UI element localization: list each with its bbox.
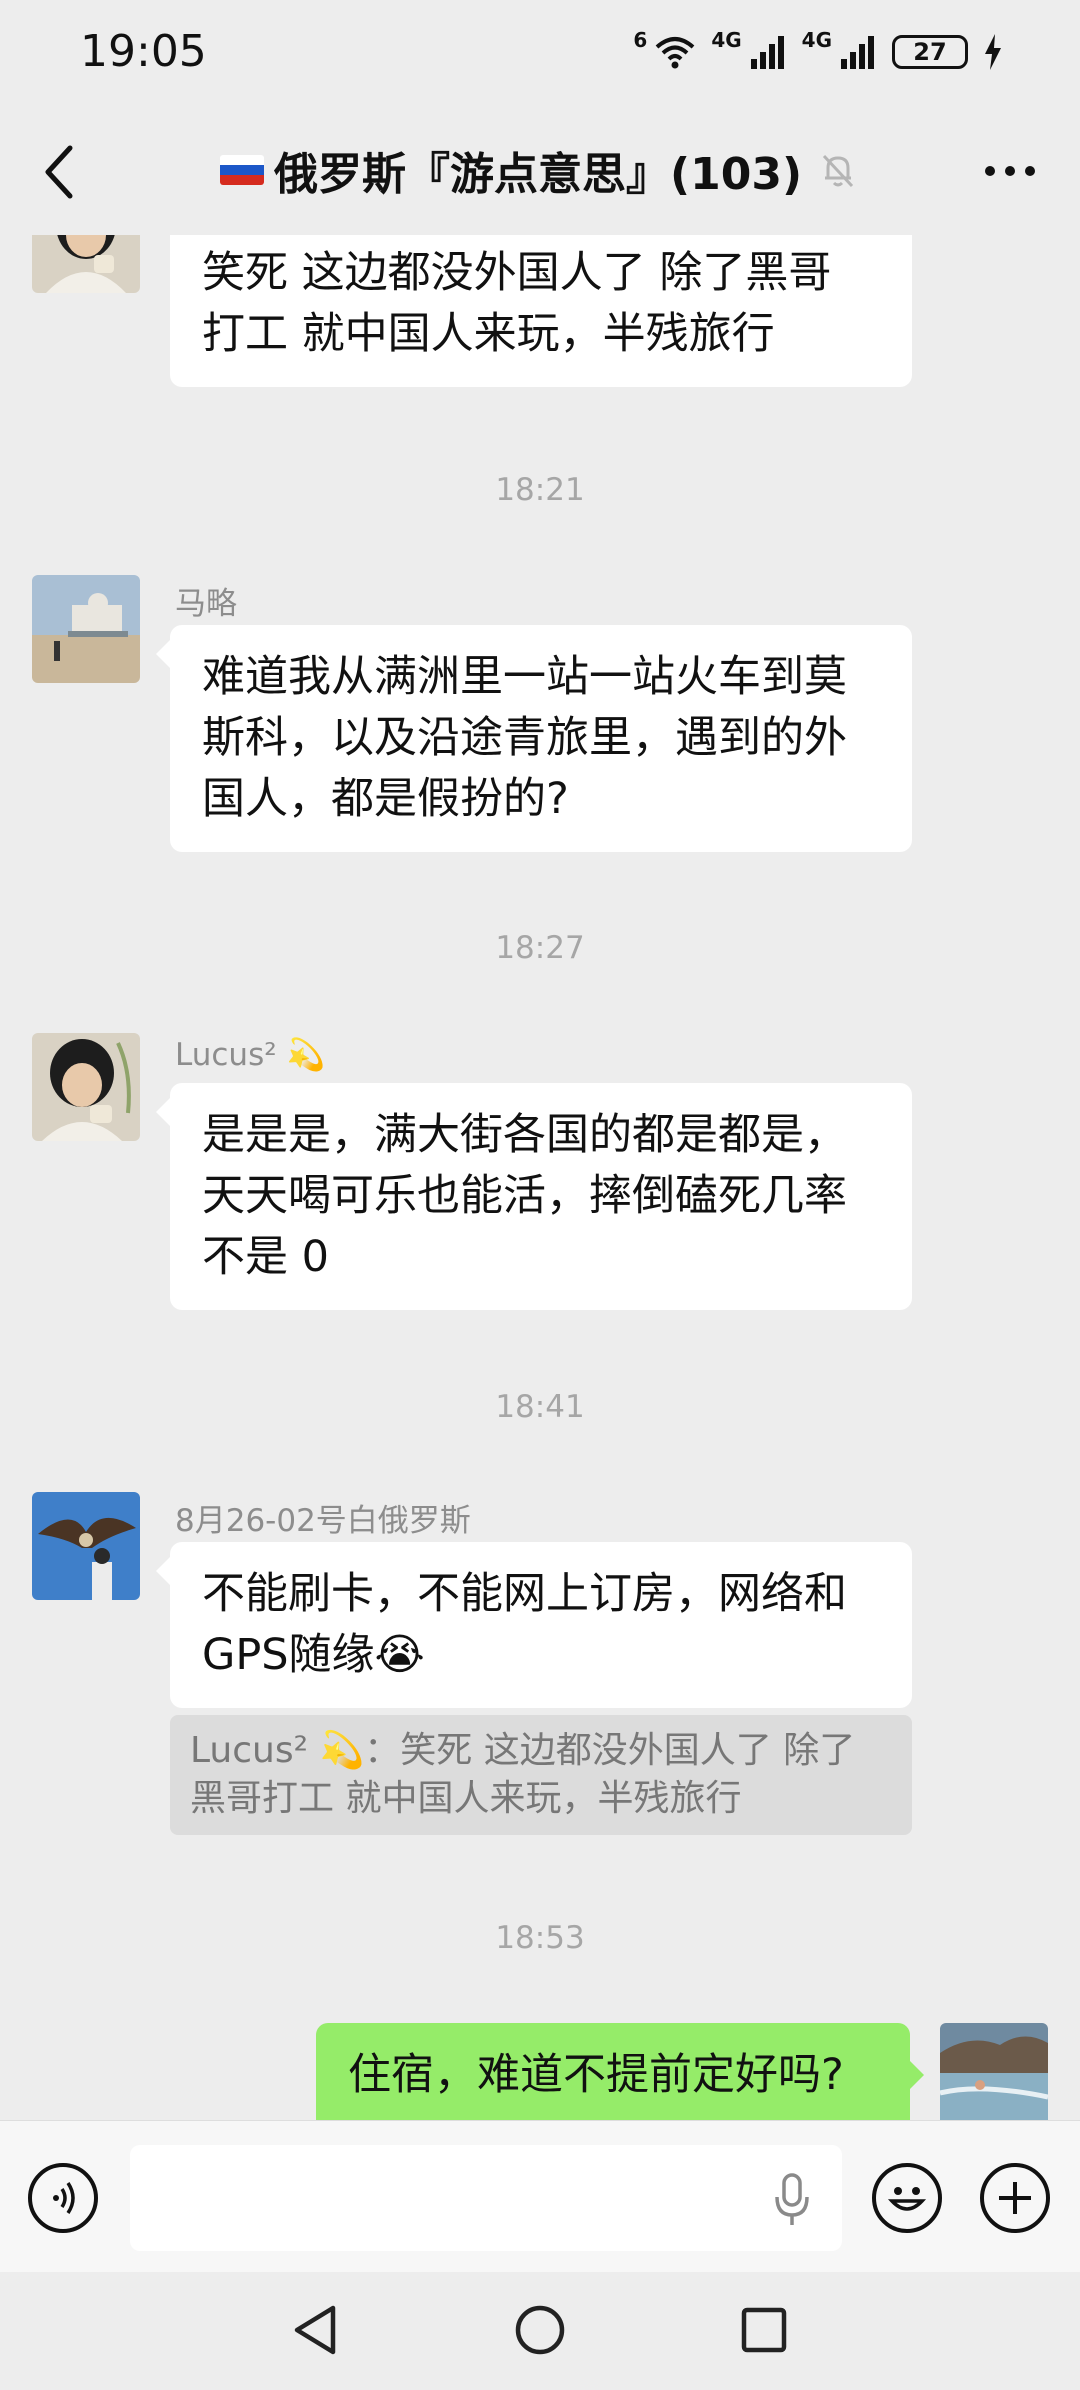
mic-icon[interactable]: [772, 2171, 812, 2227]
avatar[interactable]: [32, 1492, 140, 1600]
avatar[interactable]: [32, 1033, 140, 1141]
title-area[interactable]: 俄罗斯『游点意思』(103): [220, 140, 858, 200]
quote-line: Lucus² 💫：笑死 这边都没外国人了 除了: [190, 1730, 856, 1771]
wifi-icon: [655, 37, 695, 69]
signal-2-icon: [841, 36, 874, 69]
signal-2-label: 4G: [801, 28, 832, 52]
message-bubble[interactable]: 是是是，满大街各国的都是都是， 天天喝可乐也能活，摔倒磕死几率 不是 0: [170, 1083, 912, 1310]
battery-indicator: 27: [892, 35, 968, 69]
message-line: GPS随缘😭: [202, 1630, 425, 1680]
bubble-tail: [156, 1557, 170, 1585]
back-triangle-icon[interactable]: [291, 2304, 339, 2356]
my-avatar[interactable]: [940, 2023, 1048, 2120]
sender-name: 马略: [175, 586, 237, 622]
avatar[interactable]: [32, 235, 140, 293]
time-stamp: 18:27: [495, 930, 585, 966]
input-bar: [0, 2120, 1080, 2273]
chat-header: 俄罗斯『游点意思』(103): [0, 110, 1080, 235]
message-input[interactable]: [130, 2145, 842, 2251]
message-line: 斯科，以及沿途青旅里，遇到的外: [202, 713, 847, 763]
bubble-tail: [910, 2061, 924, 2089]
back-arrow-icon[interactable]: [40, 144, 80, 200]
message-line: 天天喝可乐也能活，摔倒磕死几率: [202, 1171, 847, 1221]
home-circle-icon[interactable]: [514, 2304, 566, 2356]
charging-bolt-icon: [985, 34, 1001, 70]
russia-flag-icon: [220, 155, 264, 185]
message-line: 国人，都是假扮的?: [202, 774, 569, 824]
battery-level: 27: [913, 38, 947, 66]
message-line: 打工 就中国人来玩，半残旅行: [202, 309, 775, 359]
message-line: 住宿，难道不提前定好吗?: [348, 2050, 844, 2100]
message-line: 是是是，满大街各国的都是都是，: [202, 1110, 847, 1160]
chat-title: 俄罗斯『游点意思』(103): [274, 149, 803, 200]
bubble-tail: [156, 1098, 170, 1126]
message-bubble[interactable]: 不能刷卡，不能网上订房，网络和 GPS随缘😭: [170, 1542, 912, 1708]
time-stamp: 18:21: [495, 472, 585, 508]
recents-square-icon[interactable]: [740, 2306, 788, 2354]
status-bar: 19:05 6 4G 4G 27: [0, 0, 1080, 110]
message-line: 笑死 这边都没外国人了 除了黑哥: [202, 248, 832, 298]
quote-line: 黑哥打工 就中国人来玩，半残旅行: [190, 1778, 742, 1819]
status-icons: 6 4G 4G 27: [633, 30, 1002, 74]
message-bubble[interactable]: 笑死 这边都没外国人了 除了黑哥 打工 就中国人来玩，半残旅行: [170, 235, 912, 387]
quoted-reply[interactable]: Lucus² 💫：笑死 这边都没外国人了 除了 黑哥打工 就中国人来玩，半残旅行: [170, 1715, 912, 1835]
emoji-icon[interactable]: [872, 2163, 942, 2233]
status-time: 19:05: [80, 26, 207, 77]
signal-1-icon: [750, 36, 784, 69]
signal-1-label: 4G: [711, 28, 742, 52]
message-bubble[interactable]: 难道我从满洲里一站一站火车到莫 斯科，以及沿途青旅里，遇到的外 国人，都是假扮的…: [170, 625, 912, 852]
message-line: 不能刷卡，不能网上订房，网络和: [202, 1569, 847, 1619]
avatar[interactable]: [32, 575, 140, 683]
time-stamp: 18:53: [495, 1920, 585, 1956]
sender-name: 8月26-02号白俄罗斯: [175, 1503, 471, 1539]
more-dots-icon[interactable]: [980, 156, 1040, 186]
system-nav-bar: [0, 2272, 1080, 2390]
message-line: 不是 0: [202, 1232, 330, 1282]
voice-icon[interactable]: [28, 2163, 98, 2233]
message-line: 难道我从满洲里一站一站火车到莫: [202, 652, 847, 702]
time-stamp: 18:41: [495, 1389, 585, 1425]
plus-icon[interactable]: [980, 2163, 1050, 2233]
sender-name: Lucus² 💫: [175, 1037, 326, 1073]
wifi-label: 6: [633, 28, 648, 52]
bubble-tail: [156, 640, 170, 668]
chat-messages[interactable]: 笑死 这边都没外国人了 除了黑哥 打工 就中国人来玩，半残旅行 18:21 马略…: [0, 235, 1080, 2120]
mute-bell-icon: [822, 154, 854, 188]
my-message-bubble[interactable]: 住宿，难道不提前定好吗?: [316, 2023, 910, 2120]
